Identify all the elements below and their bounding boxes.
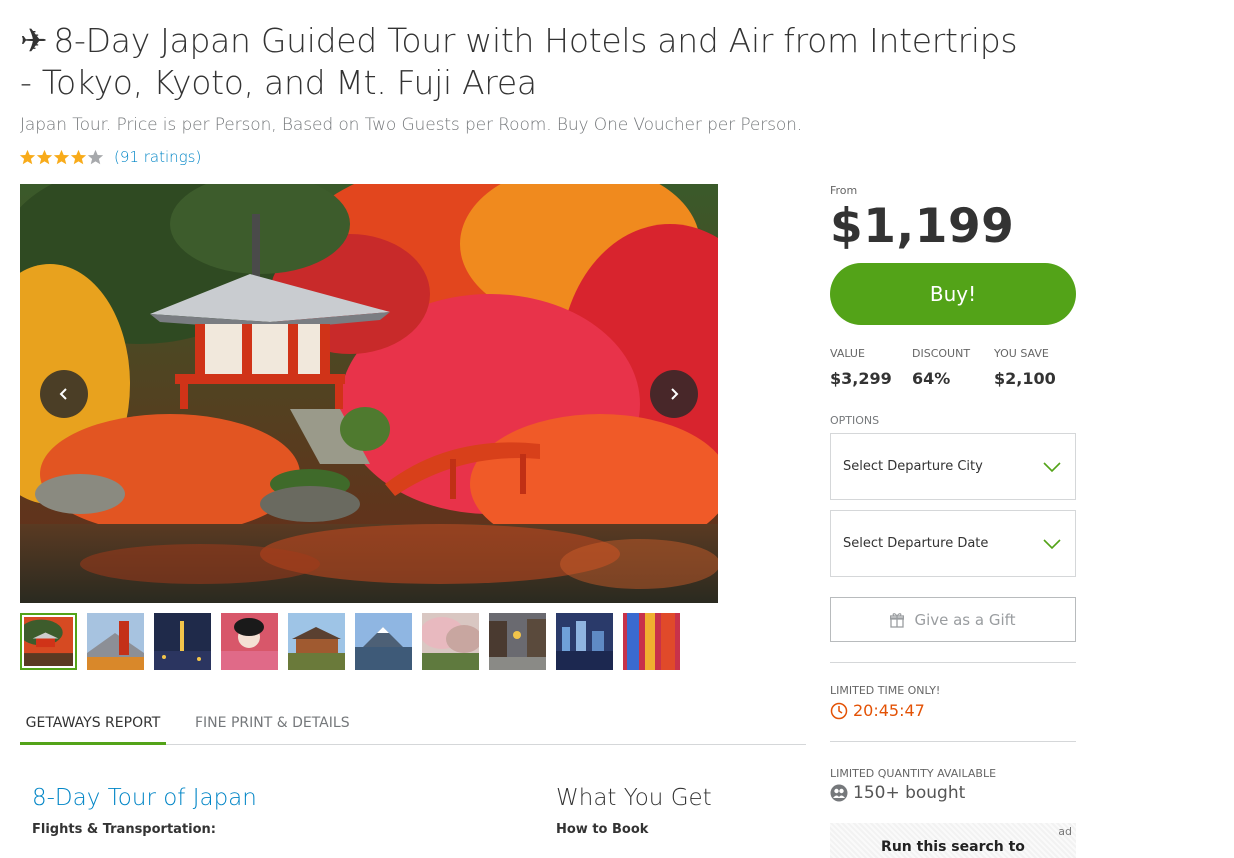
star-icon xyxy=(70,149,87,164)
give-as-gift-button[interactable]: Give as a Gift xyxy=(830,597,1076,642)
thumbnail-8[interactable] xyxy=(489,613,546,670)
tab-fine-print[interactable]: FINE PRINT & DETAILS xyxy=(195,703,350,745)
ad-text: Run this search to xyxy=(881,839,1025,855)
chevron-down-icon xyxy=(1043,538,1061,549)
airplane-icon: ✈ xyxy=(20,21,48,60)
buy-button[interactable]: Buy! xyxy=(830,263,1076,325)
thumbnail-image xyxy=(154,613,211,670)
clock-icon xyxy=(830,702,848,719)
thumbnail-image xyxy=(422,613,479,670)
report-subheading: Flights & Transportation: xyxy=(32,822,216,837)
star-icon xyxy=(53,149,70,164)
thumbnail-image xyxy=(489,613,546,670)
thumbnail-image xyxy=(355,613,412,670)
divider xyxy=(830,741,1076,742)
rating-stars xyxy=(19,149,104,166)
thumbnail-6[interactable] xyxy=(355,613,412,670)
hero-image xyxy=(20,184,718,603)
deal-title: 8-Day Japan Guided Tour with Hotels and … xyxy=(20,21,1018,102)
deal-subtitle: Japan Tour. Price is per Person, Based o… xyxy=(20,115,803,135)
departure-city-select[interactable]: Select Departure City xyxy=(830,433,1076,500)
bought-count: 150+ bought xyxy=(830,783,965,803)
thumbnail-image xyxy=(623,613,680,670)
report-title[interactable]: 8-Day Tour of Japan xyxy=(32,785,257,811)
ratings-link[interactable]: (91 ratings) xyxy=(114,148,201,166)
page-title: ✈ 8-Day Japan Guided Tour with Hotels and… xyxy=(20,20,1020,104)
stat-amount: $2,100 xyxy=(994,369,1056,388)
stat-label: DISCOUNT xyxy=(912,347,971,360)
thumbnail-image xyxy=(87,613,144,670)
bought-text: 150+ bought xyxy=(853,783,966,803)
previous-image-button[interactable] xyxy=(40,370,88,418)
thumbnail-4[interactable] xyxy=(221,613,278,670)
thumbnail-image xyxy=(221,613,278,670)
ad-tag: ad xyxy=(1058,825,1072,838)
departure-date-select[interactable]: Select Departure Date xyxy=(830,510,1076,577)
price-stats: VALUE $3,299 DISCOUNT 64% YOU SAVE $2,10… xyxy=(830,347,1076,388)
thumbnail-image xyxy=(24,617,73,666)
thumbnail-7[interactable] xyxy=(422,613,479,670)
thumbnail-2[interactable] xyxy=(87,613,144,670)
stat-discount: DISCOUNT 64% xyxy=(912,347,994,388)
thumbnail-image xyxy=(556,613,613,670)
limited-quantity-label: LIMITED QUANTITY AVAILABLE xyxy=(830,767,997,780)
temple-autumn-image xyxy=(20,184,718,603)
how-to-book-heading: How to Book xyxy=(556,822,649,837)
options-label: OPTIONS xyxy=(830,414,880,427)
next-image-button[interactable] xyxy=(650,370,698,418)
thumbnail-1[interactable] xyxy=(20,613,77,670)
thumbnail-5[interactable] xyxy=(288,613,345,670)
departure-date-value: Select Departure Date xyxy=(843,536,989,551)
stat-label: YOU SAVE xyxy=(994,347,1049,360)
gift-icon xyxy=(890,612,905,628)
people-icon xyxy=(830,784,848,802)
from-label: From xyxy=(830,184,858,197)
chevron-down-icon xyxy=(1043,461,1061,472)
stat-amount: $3,299 xyxy=(830,369,892,388)
what-you-get-title: What You Get xyxy=(556,785,712,811)
chevron-right-icon xyxy=(671,388,679,400)
price: $1,199 xyxy=(830,199,1015,254)
countdown-value: 20:45:47 xyxy=(853,701,925,720)
stat-label: VALUE xyxy=(830,347,865,360)
limited-time-label: LIMITED TIME ONLY! xyxy=(830,684,941,697)
gift-label: Give as a Gift xyxy=(914,610,1016,629)
countdown-timer: 20:45:47 xyxy=(830,701,925,720)
divider xyxy=(830,662,1076,663)
chevron-left-icon xyxy=(59,388,67,400)
stat-you-save: YOU SAVE $2,100 xyxy=(994,347,1076,388)
tab-getaways-report[interactable]: GETAWAYS REPORT xyxy=(20,703,166,745)
rating: (91 ratings) xyxy=(19,148,201,166)
departure-city-value: Select Departure City xyxy=(843,459,983,474)
thumbnail-image xyxy=(288,613,345,670)
thumbnail-9[interactable] xyxy=(556,613,613,670)
deal-tabs: GETAWAYS REPORT FINE PRINT & DETAILS xyxy=(20,703,806,745)
stat-value: VALUE $3,299 xyxy=(830,347,912,388)
star-icon xyxy=(19,149,36,164)
stat-amount: 64% xyxy=(912,369,951,388)
thumbnail-10[interactable] xyxy=(623,613,680,670)
star-empty-icon xyxy=(87,149,104,164)
purchase-sidebar: From $1,199 Buy! VALUE $3,299 DISCOUNT 6… xyxy=(830,184,1076,858)
ad-banner[interactable]: ad Run this search to xyxy=(830,823,1076,858)
star-icon xyxy=(36,149,53,164)
thumbnail-strip xyxy=(20,613,680,670)
thumbnail-3[interactable] xyxy=(154,613,211,670)
